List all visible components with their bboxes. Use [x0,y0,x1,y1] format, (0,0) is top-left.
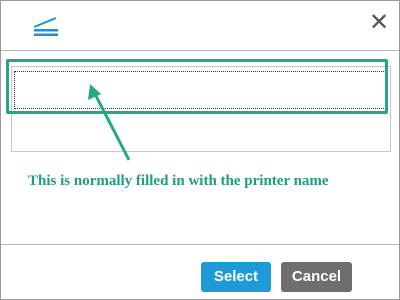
scanner-icon [33,17,58,36]
close-icon[interactable]: ✕ [369,10,389,34]
printer-list [11,66,391,152]
cancel-button[interactable]: Cancel [281,262,352,292]
printer-list-item[interactable] [14,115,386,149]
printer-list-item-selected[interactable] [14,71,386,109]
dialog-header: ✕ [1,1,399,51]
select-button[interactable]: Select [201,262,271,292]
annotation-text: This is normally filled in with the prin… [28,173,329,189]
footer-divider [1,244,399,245]
printer-select-dialog: ✕ Select Cancel [0,0,400,300]
